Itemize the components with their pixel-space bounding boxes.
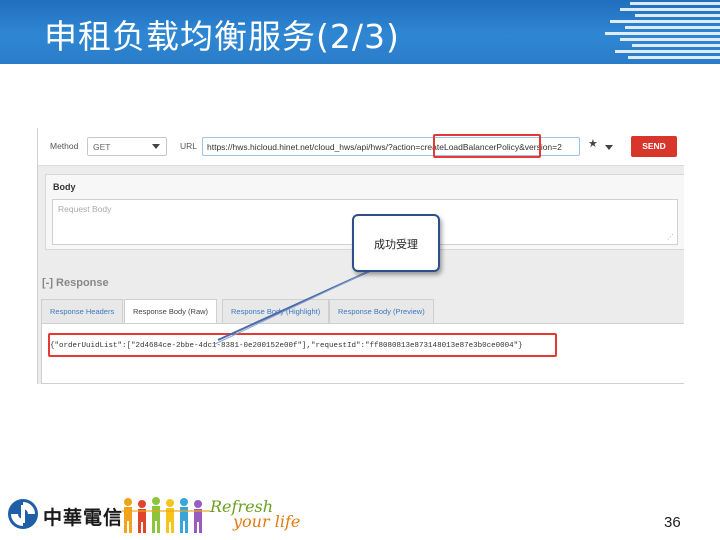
url-label: URL [180,141,198,151]
send-button[interactable]: SEND [631,136,677,157]
tab-response-headers[interactable]: Response Headers [41,299,124,323]
body-placeholder: Request Body [58,204,112,214]
slide-header: 申租负载均衡服务(2/3) [0,0,720,64]
chevron-down-icon[interactable] [605,145,613,150]
resize-grip-icon[interactable]: ⋰ [667,233,674,241]
tab-response-body-highlight[interactable]: Response Body (Highlight) [222,299,330,323]
company-name: 中華電信 [43,507,124,529]
tab-response-body-preview[interactable]: Response Body (Preview) [329,299,434,323]
star-icon[interactable]: ★ [588,137,598,150]
page-number: 36 [664,514,681,531]
success-callout: 成功受理 [352,214,440,272]
header-stripes [600,0,720,64]
cht-logo-icon [8,499,38,529]
response-highlight [48,333,557,357]
slide-title: 申租负载均衡服务(2/3) [44,17,400,56]
method-label: Method [50,141,79,151]
response-tabs: Response Headers Response Body (Raw) Res… [41,299,684,324]
tab-response-body-raw[interactable]: Response Body (Raw) [124,299,218,324]
url-action-highlight [433,134,541,158]
request-bar: Method GET URL https://hws.hicloud.hinet… [38,128,684,166]
slogan-your-life: your life [233,512,301,531]
callout-text: 成功受理 [374,238,418,251]
chevron-down-icon [152,144,160,149]
method-select[interactable]: GET [87,137,167,156]
response-body-panel: {"orderUuidList":["2d4684ce-2bbe-4dc1-83… [41,323,684,384]
response-section-title[interactable]: [-] Response [42,277,109,289]
body-title: Body [53,182,76,192]
method-value: GET [93,142,111,152]
people-graphic [122,497,210,533]
